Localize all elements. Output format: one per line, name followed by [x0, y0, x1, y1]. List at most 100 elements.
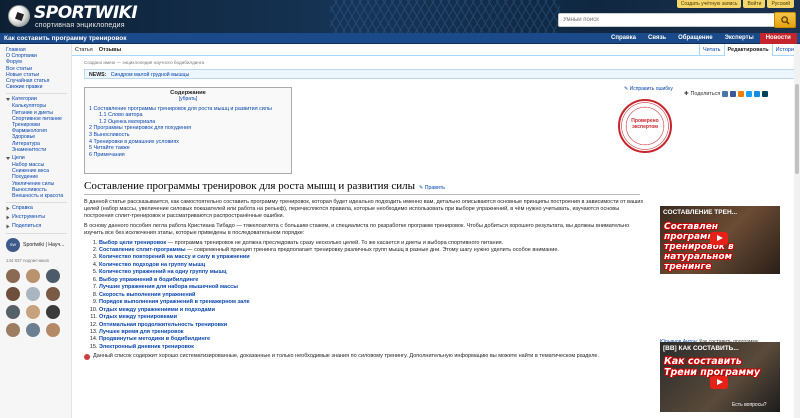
login-link[interactable]: Войти	[743, 0, 766, 8]
avatar[interactable]	[26, 269, 40, 284]
avatar[interactable]	[26, 287, 40, 302]
step-link[interactable]: Скорость выполнения упражнений	[99, 292, 195, 298]
scrollbar[interactable]	[794, 44, 800, 418]
step-link[interactable]: Отдых между тренировками	[99, 314, 177, 320]
scrollbar-thumb[interactable]	[795, 84, 799, 174]
tab-article[interactable]: Статья	[75, 47, 93, 53]
step-link[interactable]: Выбор цели тренировок	[99, 240, 166, 246]
video-overlay-text: Составлен программы тренировок в натурал…	[664, 222, 734, 272]
toc-item[interactable]: 1 Составление программы тренировок для р…	[89, 106, 287, 113]
vk-widget[interactable]: SW Sportwiki | Науч...	[6, 238, 71, 253]
vk-subscribers: 144 837 подписчиков	[6, 258, 49, 264]
site-logo[interactable]: SPORTWIKI спортивная энциклопедия	[8, 4, 168, 30]
livejournal-icon[interactable]	[762, 91, 769, 97]
sidebar-goal[interactable]: Внешность и красота	[6, 193, 71, 199]
toc-item[interactable]: 1.2 Оценка материала	[89, 119, 287, 126]
list-item: Отдых между упражнениями и подходами	[99, 307, 644, 314]
source-paragraph: В основу данного пособия легла работа Кр…	[84, 222, 630, 236]
nav-news[interactable]: Новости	[759, 33, 797, 44]
mail-icon[interactable]	[754, 91, 761, 97]
sidebar-group-goals[interactable]: Цели	[6, 155, 71, 162]
share-bar: ✚ Поделиться	[684, 91, 769, 97]
chevron-down-icon	[6, 98, 10, 102]
toc-toggle[interactable]: [убрать]	[89, 96, 287, 103]
search-button[interactable]	[774, 12, 796, 28]
avatar[interactable]	[46, 287, 60, 302]
sidebar-item[interactable]: Свежие правки	[6, 84, 71, 90]
section-heading: Составление программы тренировок для рос…	[84, 180, 640, 195]
toc-item[interactable]: 3 Выносливость	[89, 132, 287, 139]
sidebar-group-tools[interactable]: Инструменты	[6, 214, 71, 221]
share-icon: ✚	[684, 91, 689, 97]
list-item: Электронный дневник тренировок	[99, 344, 644, 351]
table-of-contents: Содержание [убрать] 1 Составление програ…	[84, 87, 292, 174]
avatar[interactable]	[6, 269, 20, 284]
nav-menu: Справка Связь Обращение Эксперты Новости	[605, 33, 797, 44]
step-link[interactable]: Продвинутые методики в бодибилдинге	[99, 336, 210, 342]
create-account-link[interactable]: Создать учётную запись	[676, 0, 742, 8]
expert-verified-stamp: Проверено экспертом	[618, 99, 672, 153]
report-error-link[interactable]: ✎ Исправить ошибку	[624, 86, 673, 92]
avatar[interactable]	[26, 323, 40, 338]
step-desc: — программа тренировок не должна преслед…	[166, 239, 504, 246]
odnoklassniki-icon[interactable]	[738, 91, 745, 97]
sidebar-group-categories[interactable]: Категории	[6, 96, 71, 103]
chevron-right-icon	[6, 215, 10, 220]
avatar[interactable]	[46, 323, 60, 338]
list-item: Количество упражнений на одну группу мыш…	[99, 269, 644, 276]
nav-appeal[interactable]: Обращение	[672, 33, 718, 44]
avatar[interactable]	[6, 305, 20, 320]
edit-section-link[interactable]: ✎ Править	[419, 185, 445, 191]
step-link[interactable]: Порядок выполнения упражнений в тренажер…	[99, 299, 250, 305]
main-content: Создано имею — энциклопедия научного бод…	[80, 56, 800, 418]
list-item: Продвинутые методики в бодибилдинге	[99, 336, 644, 343]
video-thumbnail[interactable]: СОСТАВЛЕНИЕ ТРЕН... Составлен программы …	[660, 206, 780, 274]
video-overlay-text: Как составить Трени программу	[664, 356, 761, 378]
logo-title: SPORTWIKI	[34, 3, 138, 23]
avatar[interactable]	[26, 305, 40, 320]
toc-item[interactable]: 1.1 Слово автора	[89, 112, 287, 119]
vk-icon[interactable]	[722, 91, 729, 97]
step-link[interactable]: Количество повторений на массу и силу в …	[99, 254, 250, 260]
avatar[interactable]	[46, 305, 60, 320]
avatar[interactable]	[46, 269, 60, 284]
step-link[interactable]: Количество подходов на группу мышц	[99, 262, 205, 268]
news-link[interactable]: Синдром малой грудной мышцы	[111, 72, 190, 78]
language-link[interactable]: Русский	[767, 0, 794, 8]
tab-edit[interactable]: Редактировать	[723, 44, 772, 56]
facebook-icon[interactable]	[730, 91, 737, 97]
step-link[interactable]: Количество упражнений на одну группу мыш…	[99, 269, 226, 275]
step-link[interactable]: Оптимальная продолжительность тренировки	[99, 322, 227, 328]
twitter-icon[interactable]	[746, 91, 753, 97]
chevron-down-icon	[6, 157, 10, 161]
step-desc: — современный принцип тренинга предполаг…	[185, 246, 559, 253]
toc-item[interactable]: 2 Программы тренировок для похудения	[89, 125, 287, 132]
sidebar-group-help[interactable]: Справка	[6, 205, 71, 212]
sidebar-group-share[interactable]: Поделиться	[6, 223, 71, 230]
video-question-label: Есть вопросы?	[732, 402, 767, 408]
sidebar-category[interactable]: Знаменитости	[6, 147, 71, 153]
step-link[interactable]: Электронный дневник тренировок	[99, 344, 194, 350]
nav-help[interactable]: Справка	[605, 33, 642, 44]
nav-experts[interactable]: Эксперты	[719, 33, 760, 44]
list-item: Порядок выполнения упражнений в тренажер…	[99, 299, 644, 306]
avatar[interactable]	[6, 323, 20, 338]
avatar[interactable]	[6, 287, 20, 302]
nav-contact[interactable]: Связь	[642, 33, 672, 44]
account-links: Создать учётную запись Войти Русский	[676, 0, 794, 8]
step-link[interactable]: Лучшее время для тренировок	[99, 329, 184, 335]
list-item: Количество повторений на массу и силу в …	[99, 254, 644, 261]
video-thumbnail[interactable]: [ВВ] КАК СОСТАВИТЬ... Как составить Трен…	[660, 342, 780, 412]
step-link[interactable]: Составление сплит-программы	[99, 247, 186, 253]
toc-item[interactable]: 5 Читайте также	[89, 145, 287, 152]
search-input[interactable]	[559, 14, 759, 26]
step-link[interactable]: Выбор упражнений в бодибилдинге	[99, 277, 198, 283]
news-label: NEWS:	[89, 72, 107, 78]
tab-read[interactable]: Читать	[698, 44, 724, 56]
step-link[interactable]: Отдых между упражнениями и подходами	[99, 307, 215, 313]
step-link[interactable]: Лучшие упражнения для набора мышечной ма…	[99, 284, 238, 290]
toc-item[interactable]: 6 Примечания	[89, 152, 287, 159]
soccer-ball-icon	[8, 5, 30, 27]
vk-group-name: Sportwiki | Науч...	[23, 242, 65, 249]
tab-reviews[interactable]: Отзывы	[99, 47, 121, 53]
